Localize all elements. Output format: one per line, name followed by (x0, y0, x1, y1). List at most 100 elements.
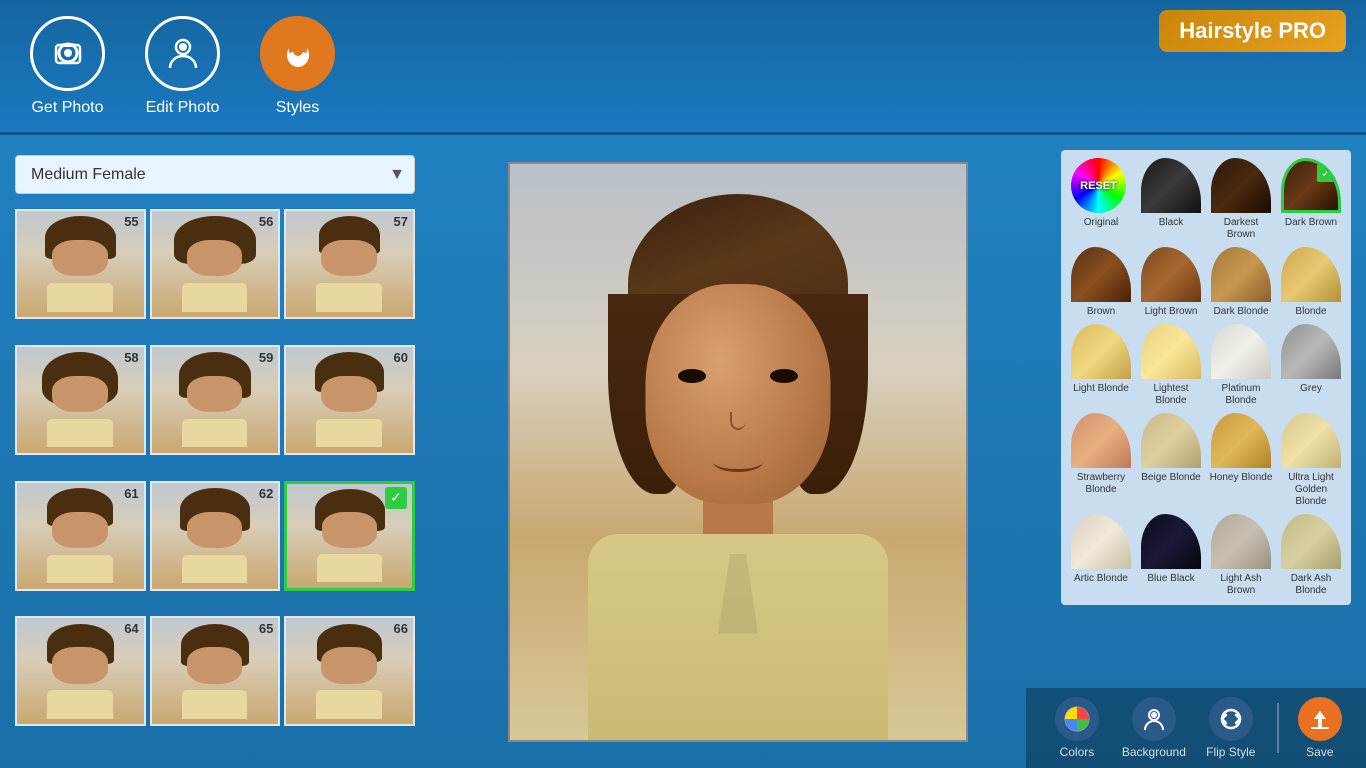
style-item-62[interactable]: 62 (150, 481, 281, 591)
styles-button[interactable]: Styles (260, 16, 335, 117)
flip-style-label: Flip Style (1206, 745, 1255, 759)
background-label: Background (1122, 745, 1186, 759)
style-item-61[interactable]: 61 (15, 481, 146, 591)
style-category-dropdown[interactable]: Medium Female Short Female Long Female S… (15, 155, 415, 194)
color-item-honey-blonde[interactable]: Honey Blonde (1209, 413, 1273, 508)
style-number-62: 62 (259, 486, 273, 501)
color-item-blonde[interactable]: Blonde (1279, 247, 1343, 318)
background-button[interactable]: Background (1118, 693, 1190, 763)
color-item-black[interactable]: Black (1139, 158, 1203, 241)
styles-grid: 55 56 57 58 59 60 (15, 209, 415, 748)
bottom-toolbar: Colors Background Flip Styl (1026, 688, 1366, 768)
background-icon (1132, 697, 1176, 741)
flip-style-icon (1209, 697, 1253, 741)
color-name-lightest-blonde: Lightest Blonde (1139, 383, 1203, 407)
color-name-blonde: Blonde (1295, 306, 1326, 318)
color-item-beige-blonde[interactable]: Beige Blonde (1139, 413, 1203, 508)
color-swatch-brown (1071, 247, 1131, 302)
color-item-dark-blonde[interactable]: Dark Blonde (1209, 247, 1273, 318)
color-item-dark-ash-blonde[interactable]: Dark Ash Blonde (1279, 514, 1343, 597)
style-item-65[interactable]: 65 (150, 616, 281, 726)
color-name-darkest-brown: Darkest Brown (1209, 217, 1273, 241)
color-item-original[interactable]: RESET Original (1069, 158, 1133, 241)
get-photo-label: Get Photo (31, 99, 103, 117)
selected-checkmark: ✓ (1317, 164, 1335, 182)
color-swatch-darkest-brown (1211, 158, 1271, 213)
color-item-grey[interactable]: Grey (1279, 324, 1343, 407)
style-item-56[interactable]: 56 (150, 209, 281, 319)
style-item-63[interactable]: ✓ (284, 481, 415, 591)
brand-title: Hairstyle PRO (1179, 18, 1326, 44)
color-item-dark-brown[interactable]: ✓ Dark Brown (1279, 158, 1343, 241)
color-name-blue-black: Blue Black (1147, 573, 1194, 585)
flip-style-button[interactable]: Flip Style (1195, 693, 1267, 763)
color-swatch-blonde (1281, 247, 1341, 302)
color-swatch-black (1141, 158, 1201, 213)
color-item-darkest-brown[interactable]: Darkest Brown (1209, 158, 1273, 241)
color-item-strawberry-blonde[interactable]: Strawberry Blonde (1069, 413, 1133, 508)
color-item-artic-blonde[interactable]: Artic Blonde (1069, 514, 1133, 597)
color-swatch-beige-blonde (1141, 413, 1201, 468)
color-name-ultra-light: Ultra Light Golden Blonde (1279, 472, 1343, 508)
color-name-honey-blonde: Honey Blonde (1210, 472, 1273, 484)
color-name-light-brown: Light Brown (1145, 306, 1198, 318)
style-item-58[interactable]: 58 (15, 345, 146, 455)
style-item-66[interactable]: 66 (284, 616, 415, 726)
color-item-ultra-light[interactable]: Ultra Light Golden Blonde (1279, 413, 1343, 508)
get-photo-button[interactable]: Get Photo (30, 16, 105, 117)
color-name-black: Black (1159, 217, 1183, 229)
style-item-57[interactable]: 57 (284, 209, 415, 319)
color-name-beige-blonde: Beige Blonde (1141, 472, 1201, 484)
header: Get Photo Edit Photo Styles Hairstyle PR… (0, 0, 1366, 135)
photo-display (510, 164, 966, 740)
brand-logo: Hairstyle PRO (1159, 10, 1346, 52)
right-panel: RESET Original Black Darkest Brown ✓ Dar… (1046, 135, 1366, 768)
save-icon (1298, 697, 1342, 741)
get-photo-icon (30, 16, 105, 91)
edit-photo-button[interactable]: Edit Photo (145, 16, 220, 117)
color-swatch-lightest-blonde (1141, 324, 1201, 379)
toolbar-divider (1277, 703, 1279, 753)
color-name-dark-ash-blonde: Dark Ash Blonde (1279, 573, 1343, 597)
color-name-grey: Grey (1300, 383, 1322, 395)
style-number-64: 64 (124, 621, 138, 636)
style-item-55[interactable]: 55 (15, 209, 146, 319)
color-swatch-strawberry (1071, 413, 1131, 468)
color-name-original: Original (1084, 217, 1118, 229)
color-swatch-light-blonde (1071, 324, 1131, 379)
color-swatch-dark-brown: ✓ (1281, 158, 1341, 213)
color-item-light-brown[interactable]: Light Brown (1139, 247, 1203, 318)
color-item-lightest-blonde[interactable]: Lightest Blonde (1139, 324, 1203, 407)
style-number-58: 58 (124, 350, 138, 365)
color-name-strawberry-blonde: Strawberry Blonde (1069, 472, 1133, 496)
style-number-65: 65 (259, 621, 273, 636)
colors-icon (1055, 697, 1099, 741)
color-name-dark-blonde: Dark Blonde (1213, 306, 1268, 318)
save-button[interactable]: Save (1289, 693, 1351, 763)
style-number-59: 59 (259, 350, 273, 365)
color-item-light-ash-brown[interactable]: Light Ash Brown (1209, 514, 1273, 597)
color-item-blue-black[interactable]: Blue Black (1139, 514, 1203, 597)
style-number-56: 56 (259, 214, 273, 229)
photo-frame (508, 162, 968, 742)
color-name-brown: Brown (1087, 306, 1115, 318)
style-item-59[interactable]: 59 (150, 345, 281, 455)
color-name-artic-blonde: Artic Blonde (1074, 573, 1128, 585)
save-label: Save (1306, 745, 1333, 759)
style-number-57: 57 (394, 214, 408, 229)
style-number-66: 66 (394, 621, 408, 636)
style-item-60[interactable]: 60 (284, 345, 415, 455)
style-item-64[interactable]: 64 (15, 616, 146, 726)
color-name-dark-brown: Dark Brown (1285, 217, 1337, 229)
color-item-brown[interactable]: Brown (1069, 247, 1133, 318)
style-number-61: 61 (124, 486, 138, 501)
color-grid: RESET Original Black Darkest Brown ✓ Dar… (1061, 150, 1351, 605)
color-swatch-honey-blonde (1211, 413, 1271, 468)
left-panel: Medium Female Short Female Long Female S… (0, 135, 430, 768)
color-item-platinum-blonde[interactable]: Platinum Blonde (1209, 324, 1273, 407)
colors-label: Colors (1060, 745, 1095, 759)
color-item-light-blonde[interactable]: Light Blonde (1069, 324, 1133, 407)
color-swatch-dark-ash-blonde (1281, 514, 1341, 569)
color-swatch-light-brown (1141, 247, 1201, 302)
colors-button[interactable]: Colors (1041, 693, 1113, 763)
